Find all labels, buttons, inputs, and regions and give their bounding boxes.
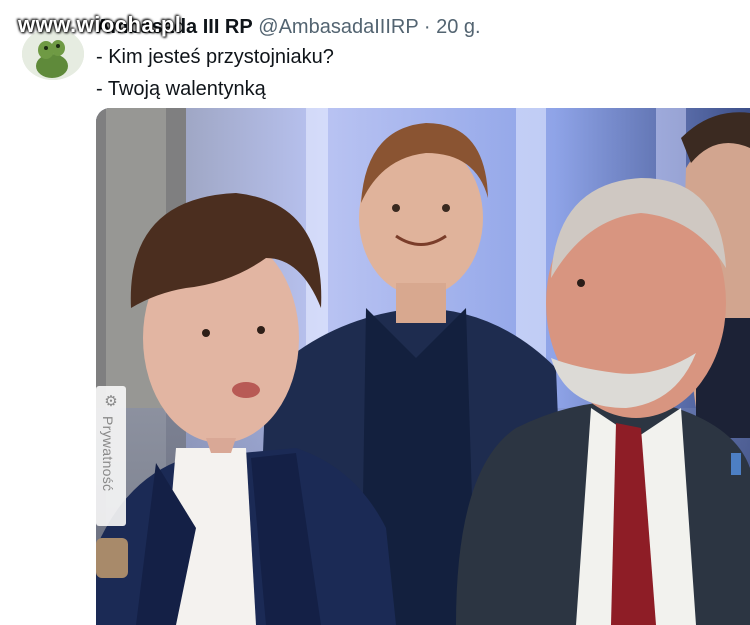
privacy-label: Prywatność	[100, 416, 116, 492]
gear-icon: ⚙	[104, 393, 118, 410]
photo-illustration	[96, 108, 750, 625]
tweet-text-line-2: - Twoją walentynką	[96, 78, 266, 100]
timestamp[interactable]: 20 g.	[436, 16, 480, 38]
tweet-photo[interactable]	[96, 108, 750, 625]
user-handle[interactable]: @AmbasadaIIIRP	[258, 16, 418, 38]
site-watermark: www.wiocha.pl	[18, 12, 182, 37]
separator-dot: ·	[423, 16, 431, 38]
tweet-text-line-1: - Kim jesteś przystojniaku?	[96, 46, 334, 68]
privacy-badge[interactable]: ⚙ Prywatność	[96, 386, 126, 526]
